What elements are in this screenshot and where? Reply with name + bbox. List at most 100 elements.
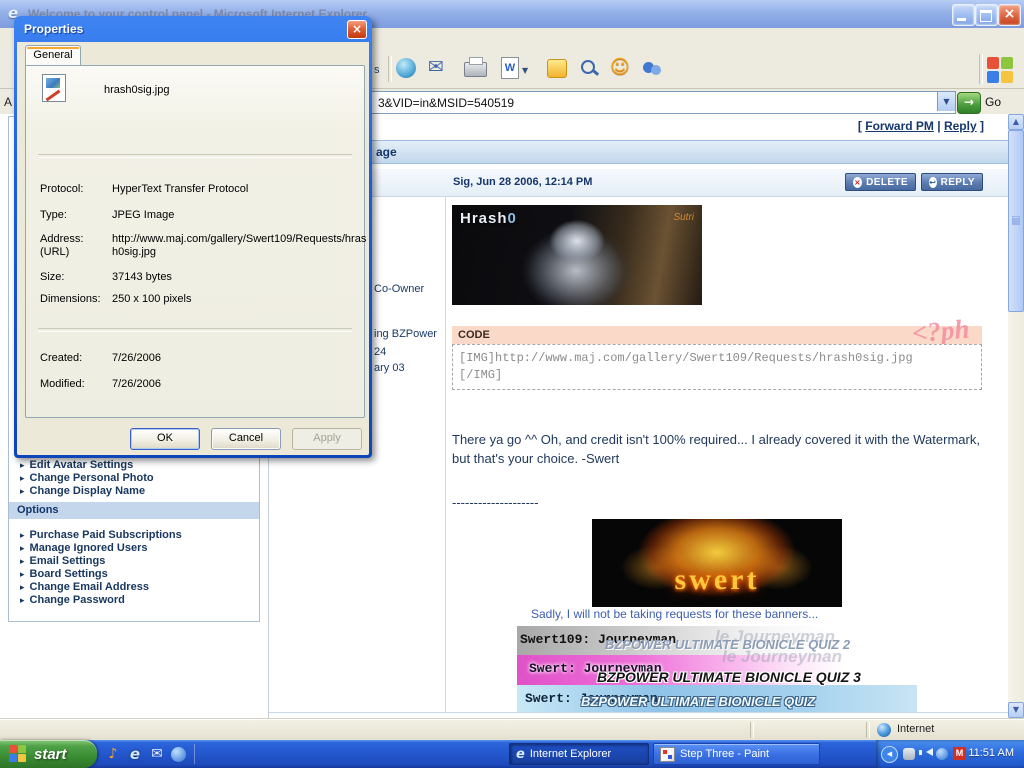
discuss-icon[interactable]: [547, 59, 567, 78]
dialog-close-icon[interactable]: ×: [347, 20, 367, 39]
bullet-icon: ▸: [20, 557, 25, 567]
flag-blue: [987, 71, 999, 83]
tray-icon-network[interactable]: [936, 748, 948, 760]
post-body-text: There ya go ^^ Oh, and credit isn't 100%…: [452, 430, 989, 468]
field-value-type: JPEG Image: [112, 209, 174, 221]
tray-icon-antivirus[interactable]: M: [953, 747, 966, 760]
research-icon[interactable]: [579, 58, 599, 78]
quick-launch-ie-icon[interactable]: e: [126, 745, 144, 763]
edit-word-icon[interactable]: W: [501, 57, 519, 79]
flag-red: [9, 745, 17, 753]
minimize-button[interactable]: [952, 4, 975, 26]
scroll-down-icon[interactable]: ▼: [1008, 702, 1024, 718]
ok-button[interactable]: OK: [130, 428, 200, 450]
field-value-created: 7/26/2006: [112, 352, 161, 364]
toolbar-separator: [388, 56, 392, 82]
delete-button[interactable]: × DELETE: [845, 173, 916, 191]
properties-dialog: Properties × General hrash0sig.jpg Proto…: [14, 16, 372, 458]
jpeg-file-icon: [42, 74, 66, 102]
bullet-icon: ▸: [20, 487, 25, 497]
sidebar-item-change-name[interactable]: ▸Change Display Name: [20, 485, 145, 497]
mail-icon[interactable]: ✉: [428, 56, 444, 78]
status-divider: [866, 722, 870, 738]
bracket-close: ]: [980, 119, 984, 133]
bullet-icon: ▸: [20, 474, 25, 484]
reply-link[interactable]: Reply: [944, 119, 977, 133]
quick-launch-divider: [194, 744, 195, 764]
sig-title-text: Hrash0: [460, 210, 517, 227]
sidebar-item-change-email[interactable]: ▸Change Email Address: [20, 581, 149, 593]
contacts-icon[interactable]: [641, 58, 663, 78]
maximize-button[interactable]: [975, 4, 998, 26]
status-divider: [750, 722, 754, 738]
flame-banner-text: swert: [592, 563, 842, 597]
banner3-quiz-text: BZPOWER ULTIMATE BIONICLE QUIZ: [581, 694, 815, 709]
field-label-dimensions: Dimensions:: [40, 293, 101, 305]
status-bar: Internet: [0, 718, 1024, 741]
field-label-size: Size:: [40, 271, 64, 283]
tray-icon-generic[interactable]: [903, 748, 915, 760]
sidebar-item-change-password[interactable]: ▸ Change Password: [20, 594, 125, 606]
code-line: [/IMG]: [459, 367, 975, 384]
field-value-dimensions: 250 x 100 pixels: [112, 293, 192, 305]
history-icon[interactable]: [396, 58, 416, 78]
sidebar-item-subscriptions[interactable]: ▸Purchase Paid Subscriptions: [20, 529, 182, 541]
tray-chevron-icon[interactable]: ◀: [881, 746, 898, 763]
scrollbar-thumb[interactable]: [1008, 130, 1024, 312]
sidebar-item-board-settings[interactable]: ▸Board Settings: [20, 568, 108, 580]
start-button[interactable]: start: [0, 740, 97, 768]
toolbar-label-fragment[interactable]: s: [374, 64, 380, 76]
field-label-type: Type:: [40, 209, 67, 221]
section-header-bar: age: [269, 140, 1008, 164]
sidebar-item-change-photo[interactable]: ▸Change Personal Photo: [20, 472, 154, 484]
volume-icon[interactable]: [922, 748, 933, 756]
signature-divider: --------------------: [452, 495, 539, 510]
quick-launch-mail-icon[interactable]: ✉: [148, 745, 166, 763]
sidebar-options-header: Options: [9, 502, 259, 519]
scroll-up-icon[interactable]: ▲: [1008, 114, 1024, 130]
dialog-title: Properties: [24, 22, 83, 36]
apply-button[interactable]: Apply: [292, 428, 362, 450]
bullet-icon: ▸: [20, 596, 25, 606]
address-value[interactable]: 3&VID=in&MSID=540519: [378, 96, 514, 110]
taskbar-button-paint[interactable]: Step Three - Paint: [653, 743, 820, 765]
cancel-button[interactable]: Cancel: [211, 428, 281, 450]
taskbar-clock: 11:51 AM: [968, 747, 1014, 759]
forward-pm-link[interactable]: Forward PM: [865, 119, 934, 133]
internet-zone-icon: [877, 723, 891, 737]
banner1-quiz-text: BZPOWER ULTIMATE BIONICLE QUIZ 2: [605, 637, 850, 652]
flame-banner-image: swert: [592, 519, 842, 607]
code-block-body: [IMG]http://www.maj.com/gallery/Swert109…: [452, 344, 982, 390]
field-value-protocol: HyperText Transfer Protocol: [112, 183, 248, 195]
taskbar-button-internet-explorer[interactable]: e Internet Explorer: [509, 743, 649, 765]
quick-launch-msn-icon[interactable]: [171, 747, 186, 762]
code-block-header: CODE: [452, 326, 982, 344]
field-value-modified: 7/26/2006: [112, 378, 161, 390]
delete-x-icon: ×: [853, 177, 862, 188]
sig-title-main: Hrash: [460, 210, 508, 227]
go-label[interactable]: Go: [985, 95, 1001, 109]
edit-dropdown-icon[interactable]: ▼: [522, 66, 528, 75]
sidebar-item-label: Change Password: [30, 594, 125, 606]
address-dropdown-icon[interactable]: ▼: [937, 92, 955, 111]
close-button[interactable]: ×: [998, 4, 1021, 26]
dialog-body: General hrash0sig.jpg Protocol: HyperTex…: [17, 42, 369, 455]
banner-note-text: Sadly, I will not be taking requests for…: [531, 607, 818, 621]
field-label-protocol: Protocol:: [40, 183, 83, 195]
sidebar-item-email-settings[interactable]: ▸Email Settings: [20, 555, 105, 567]
reply-label: REPLY: [941, 177, 975, 188]
print-icon[interactable]: [464, 62, 487, 77]
sidebar-item-ignored-users[interactable]: ▸Manage Ignored Users: [20, 542, 148, 554]
delete-label: DELETE: [866, 177, 908, 188]
start-flag-icon: [9, 745, 27, 763]
post-title: Sig, Jun 28 2006, 12:14 PM: [453, 176, 592, 188]
quick-launch-media-icon[interactable]: ♪: [104, 745, 122, 763]
go-button[interactable]: →: [957, 92, 981, 114]
flag-yellow: [18, 754, 26, 762]
bullet-icon: ▸: [20, 531, 25, 541]
tab-general[interactable]: General: [25, 45, 81, 66]
toolbar-separator-right: [979, 54, 983, 84]
sidebar-item-edit-avatar[interactable]: ▸Edit Avatar Settings: [20, 459, 133, 471]
reply-button[interactable]: ↩ REPLY: [921, 173, 983, 191]
messenger-icon[interactable]: ☺: [610, 56, 630, 78]
